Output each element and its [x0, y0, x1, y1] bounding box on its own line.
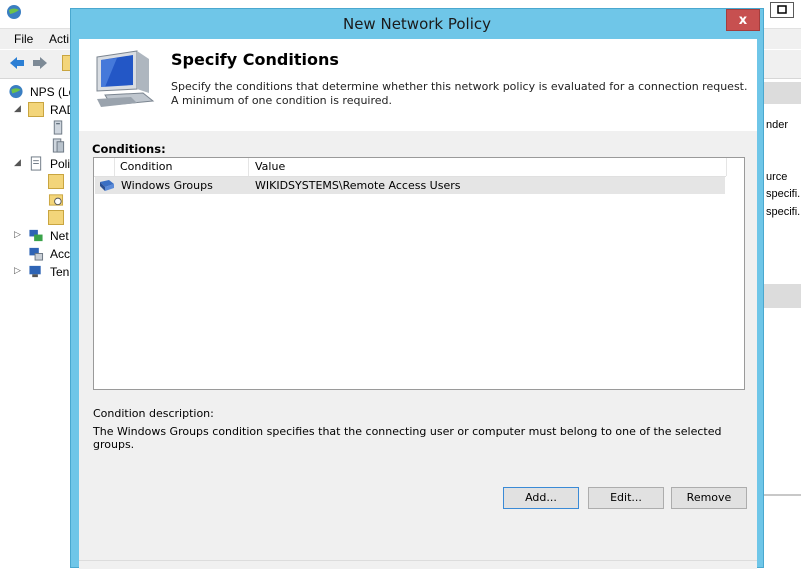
folder-icon	[48, 174, 64, 189]
close-button[interactable]: x	[726, 9, 760, 31]
condition-description-text: The Windows Groups condition specifies t…	[93, 425, 722, 451]
collapsed-arrow-icon[interactable]: ▷	[14, 229, 21, 240]
conditions-list[interactable]: Condition Value Windows Groups WIKIDSYST…	[93, 157, 745, 390]
cell-text: specifi.	[766, 188, 801, 200]
network-policies-icon	[48, 194, 64, 206]
list-header: Condition Value	[94, 158, 727, 177]
server-icon	[53, 120, 63, 135]
table-row[interactable]: Windows Groups WIKIDSYSTEMS\Remote Acces…	[95, 177, 725, 194]
results-pane: nder urce specifi. specifi.	[763, 79, 801, 565]
policies-icon	[30, 156, 42, 171]
column-header-label: Condition	[120, 160, 173, 173]
cell-value: WIKIDSYSTEMS\Remote Access Users	[255, 179, 461, 192]
column-header-value[interactable]: Value	[249, 158, 727, 176]
edit-button[interactable]: Edit...	[588, 487, 664, 509]
folder-icon	[48, 210, 64, 225]
results-header-band	[763, 82, 801, 104]
menu-action[interactable]: Acti	[49, 32, 69, 46]
dialog-title: New Network Policy	[342, 15, 492, 33]
group-icon	[100, 180, 114, 191]
tree-label: Acc	[50, 247, 71, 261]
expanded-arrow-icon[interactable]: ◢	[14, 157, 21, 168]
network-policy-monitor-icon	[96, 50, 155, 107]
cell-condition: Windows Groups	[121, 179, 213, 192]
folder-icon	[28, 102, 44, 117]
results-section-band	[763, 284, 801, 308]
footer-divider	[79, 560, 757, 561]
column-source-text: urce	[766, 171, 788, 183]
dialog-body: Specify Conditions Specify the condition…	[79, 39, 757, 569]
column-header-label: Value	[255, 160, 286, 173]
page-title: Specify Conditions	[171, 50, 339, 69]
nps-globe-icon	[9, 84, 23, 99]
conditions-label: Conditions:	[92, 142, 166, 156]
console-tree: NPS (Lo ◢ RAD ◢ Poli ▷ Net Acc ▷ Ten	[0, 79, 75, 565]
tree-label: NPS (Lo	[30, 85, 76, 99]
templates-icon	[29, 265, 41, 278]
condition-description-label: Condition description:	[93, 407, 214, 420]
maximize-button[interactable]	[770, 2, 794, 18]
nps-app-icon	[7, 5, 21, 19]
remove-button[interactable]: Remove	[671, 487, 747, 509]
page-description: Specify the conditions that determine wh…	[171, 80, 748, 107]
divider	[763, 494, 801, 496]
forward-arrow-icon[interactable]	[31, 55, 49, 71]
tree-label: Net	[50, 229, 69, 243]
expanded-arrow-icon[interactable]: ◢	[14, 103, 21, 114]
accounting-icon	[29, 247, 44, 261]
new-network-policy-dialog: New Network Policy x Specify Conditions …	[70, 8, 764, 569]
tree-label: Ten	[50, 265, 70, 279]
menu-file[interactable]: File	[14, 32, 33, 46]
wizard-header: Specify Conditions Specify the condition…	[79, 39, 757, 131]
column-header-condition[interactable]: Condition	[114, 158, 249, 176]
server-group-icon	[52, 138, 65, 153]
tree-label: Poli	[50, 157, 71, 171]
back-arrow-icon[interactable]	[8, 55, 26, 71]
add-button[interactable]: Add...	[503, 487, 579, 509]
network-icon	[29, 229, 43, 242]
collapsed-arrow-icon[interactable]: ▷	[14, 265, 21, 276]
cell-text: specifi.	[766, 206, 801, 218]
column-header-text: nder	[766, 119, 789, 131]
column-header-icon[interactable]	[94, 158, 115, 176]
